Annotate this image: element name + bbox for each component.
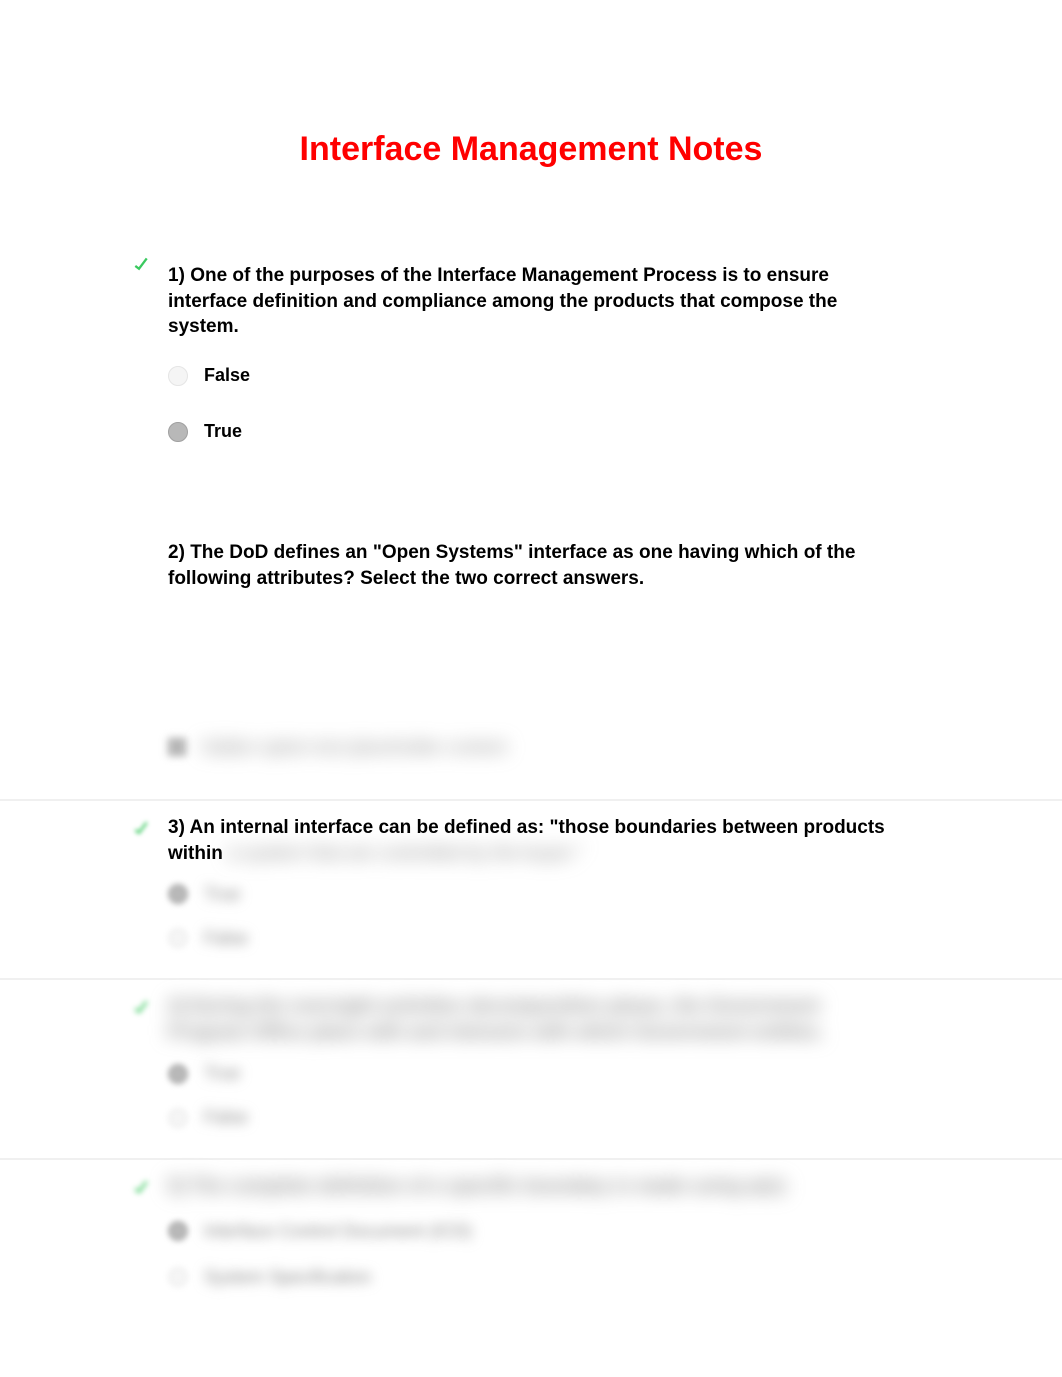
- radio-selected[interactable]: [168, 1221, 188, 1241]
- check-icon: [128, 815, 156, 843]
- option-label: True: [204, 1063, 240, 1084]
- question-number: 2): [168, 542, 185, 563]
- page-title: Interface Management Notes: [0, 0, 1062, 249]
- radio-unselected[interactable]: [168, 366, 188, 386]
- option-row[interactable]: False: [168, 1100, 1062, 1136]
- radio-selected[interactable]: [168, 422, 188, 442]
- check-icon: [128, 251, 156, 279]
- radio-selected[interactable]: [168, 884, 188, 904]
- question-3: 3) An internal interface can be defined …: [0, 799, 1062, 980]
- check-icon: [128, 994, 156, 1022]
- option-label: True: [204, 884, 240, 905]
- option-label: False: [204, 928, 248, 949]
- option-row[interactable]: True: [168, 876, 1062, 912]
- question-1: 1) One of the purposes of the Interface …: [0, 249, 1062, 484]
- option-row[interactable]: Interface Control Document (ICD): [168, 1213, 1062, 1249]
- question-body: The complete definition of a specific bo…: [190, 1176, 789, 1197]
- question-text: 5) The complete definition of a specific…: [168, 1174, 902, 1200]
- question-2: 2) The DoD defines an "Open Systems" int…: [0, 526, 1062, 799]
- option-label: False: [204, 365, 250, 386]
- option-label: True: [204, 421, 242, 442]
- options-list: Interface Control Document (ICD) System …: [168, 1213, 1062, 1295]
- question-text: 3) An internal interface can be defined …: [168, 815, 902, 866]
- question-body: During the oversight activities decompos…: [168, 996, 824, 1043]
- option-row[interactable]: False: [168, 358, 1062, 394]
- question-text: 2) The DoD defines an "Open Systems" int…: [168, 540, 902, 591]
- radio-unselected[interactable]: [168, 928, 188, 948]
- option-row[interactable]: True: [168, 414, 1062, 450]
- option-row[interactable]: hidden option text placeholder content: [168, 729, 1062, 765]
- radio-unselected[interactable]: [168, 1108, 188, 1128]
- question-text: 1) One of the purposes of the Interface …: [168, 263, 902, 340]
- option-label: hidden option text placeholder content: [202, 737, 506, 758]
- question-number: 5): [168, 1176, 185, 1197]
- options-list: False True: [168, 358, 1062, 450]
- radio-unselected[interactable]: [168, 1267, 188, 1287]
- option-row[interactable]: True: [168, 1056, 1062, 1092]
- question-5: 5) The complete definition of a specific…: [0, 1160, 1062, 1320]
- options-list: hidden option text placeholder content: [168, 729, 1062, 765]
- option-row[interactable]: False: [168, 920, 1062, 956]
- options-list: True False: [168, 876, 1062, 956]
- question-number: 4): [168, 996, 185, 1017]
- question-4: 4) During the oversight activities decom…: [0, 980, 1062, 1159]
- option-row[interactable]: System Specification: [168, 1259, 1062, 1295]
- option-label: False: [204, 1107, 248, 1128]
- option-label: Interface Control Document (ICD): [204, 1221, 472, 1242]
- question-body: The DoD defines an "Open Systems" interf…: [168, 542, 855, 589]
- checkbox-icon[interactable]: [168, 738, 186, 756]
- radio-selected[interactable]: [168, 1064, 188, 1084]
- check-icon: [128, 1174, 156, 1202]
- question-number: 1): [168, 265, 185, 286]
- options-list: True False: [168, 1056, 1062, 1136]
- question-body-hidden: a system that are controlled by the buye…: [228, 843, 582, 864]
- question-text: 4) During the oversight activities decom…: [168, 994, 902, 1045]
- question-body: One of the purposes of the Interface Man…: [168, 265, 837, 337]
- question-number: 3): [168, 817, 185, 838]
- option-label: System Specification: [204, 1267, 371, 1288]
